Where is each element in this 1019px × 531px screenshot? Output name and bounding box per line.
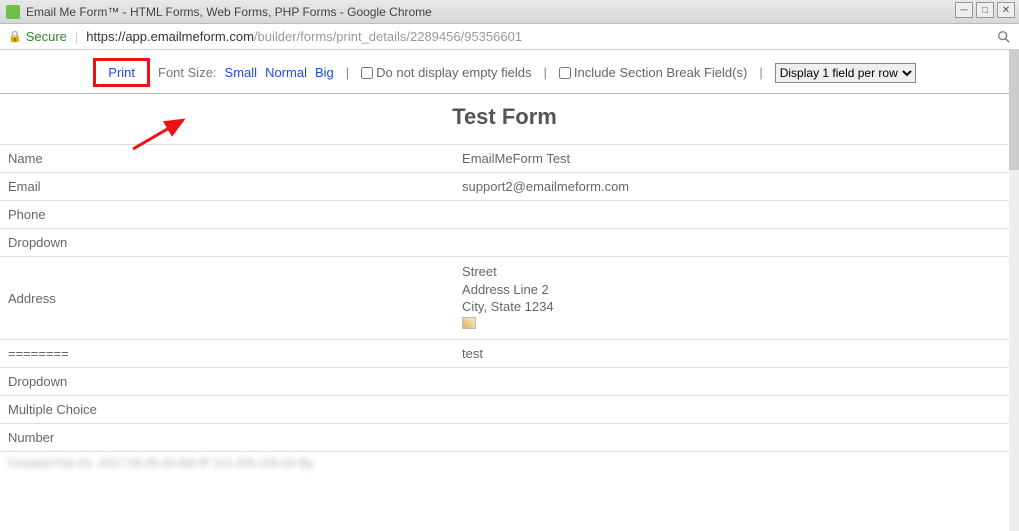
favicon xyxy=(6,5,20,19)
fontsize-label: Font Size: xyxy=(158,65,217,80)
field-row: NameEmailMeForm Test xyxy=(0,145,1009,173)
field-label: Number xyxy=(0,425,454,450)
search-icon[interactable] xyxy=(997,30,1011,44)
field-value: test xyxy=(454,341,1009,366)
toolbar-divider: | xyxy=(544,65,547,80)
field-value: StreetAddress Line 2City, State 1234 xyxy=(454,257,1009,339)
window-close-button[interactable]: ✕ xyxy=(997,2,1015,18)
window-title: Email Me Form™ - HTML Forms, Web Forms, … xyxy=(26,5,432,19)
include-section-checkbox-label[interactable]: Include Section Break Field(s) xyxy=(559,65,747,80)
field-row: AddressStreetAddress Line 2City, State 1… xyxy=(0,257,1009,340)
field-label: Phone xyxy=(0,202,454,227)
field-value xyxy=(454,377,1009,387)
field-label: Multiple Choice xyxy=(0,397,454,422)
footer-metadata: Created Feb 01, 2017 04:25:16 AM IP 112.… xyxy=(0,456,1009,478)
fields-table: NameEmailMeForm TestEmailsupport2@emailm… xyxy=(0,144,1009,452)
url-text: https://app.emailmeform.com/builder/form… xyxy=(86,29,522,44)
field-value xyxy=(454,405,1009,415)
field-label: Dropdown xyxy=(0,369,454,394)
field-value: support2@emailmeform.com xyxy=(454,174,1009,199)
layout-select[interactable]: Display 1 field per row xyxy=(775,63,916,83)
field-value xyxy=(454,238,1009,248)
form-title: Test Form xyxy=(0,93,1009,144)
window-minimize-button[interactable]: ─ xyxy=(955,2,973,18)
field-value xyxy=(454,433,1009,443)
field-value: EmailMeForm Test xyxy=(454,146,1009,171)
field-row: Dropdown xyxy=(0,368,1009,396)
window-titlebar: Email Me Form™ - HTML Forms, Web Forms, … xyxy=(0,0,1019,24)
print-link[interactable]: Print xyxy=(93,58,150,87)
hide-empty-checkbox[interactable] xyxy=(361,67,373,79)
address-bar[interactable]: 🔒 Secure | https://app.emailmeform.com/b… xyxy=(0,24,1019,50)
fontsize-normal-link[interactable]: Normal xyxy=(265,65,307,80)
field-row: Number xyxy=(0,424,1009,452)
page-content: Print Font Size: Small Normal Big | Do n… xyxy=(0,50,1019,531)
field-row: Multiple Choice xyxy=(0,396,1009,424)
scrollbar-thumb[interactable] xyxy=(1009,50,1019,170)
hide-empty-checkbox-label[interactable]: Do not display empty fields xyxy=(361,65,531,80)
field-value xyxy=(454,210,1009,220)
field-label: Address xyxy=(0,286,454,311)
secure-label: Secure xyxy=(26,29,67,44)
field-row: Emailsupport2@emailmeform.com xyxy=(0,173,1009,201)
fontsize-big-link[interactable]: Big xyxy=(315,65,334,80)
window-maximize-button[interactable]: □ xyxy=(976,2,994,18)
include-section-checkbox[interactable] xyxy=(559,67,571,79)
field-label: Email xyxy=(0,174,454,199)
field-label: ======== xyxy=(0,341,454,366)
field-label: Name xyxy=(0,146,454,171)
map-icon xyxy=(462,317,476,329)
fontsize-small-link[interactable]: Small xyxy=(225,65,258,80)
field-row: ========test xyxy=(0,340,1009,368)
print-toolbar: Print Font Size: Small Normal Big | Do n… xyxy=(0,50,1009,93)
field-row: Dropdown xyxy=(0,229,1009,257)
toolbar-divider: | xyxy=(346,65,349,80)
toolbar-divider: | xyxy=(759,65,762,80)
lock-icon: 🔒 xyxy=(8,30,22,43)
address-separator: | xyxy=(75,29,78,44)
field-row: Phone xyxy=(0,201,1009,229)
field-label: Dropdown xyxy=(0,230,454,255)
